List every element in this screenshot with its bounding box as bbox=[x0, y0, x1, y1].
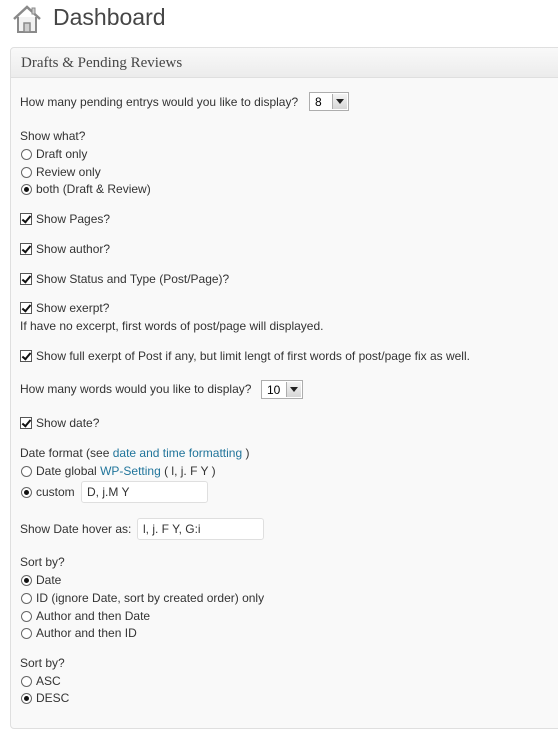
date-format-label: Date format (see date and time formattin… bbox=[20, 446, 249, 460]
words-count-value: 10 bbox=[267, 383, 281, 397]
radio-sort-date[interactable] bbox=[21, 575, 32, 586]
show-full-excerpt-checkbox[interactable] bbox=[20, 350, 32, 362]
widget-header[interactable]: Drafts & Pending Reviews bbox=[11, 48, 558, 78]
pending-count-select[interactable]: 8 bbox=[309, 92, 349, 111]
house-icon bbox=[13, 5, 41, 33]
date-global-label: Date global WP-Setting ( l, j. F Y ) bbox=[36, 464, 216, 478]
chevron-down-icon bbox=[332, 94, 347, 109]
show-date-checkbox[interactable] bbox=[20, 417, 32, 429]
date-hover-input[interactable] bbox=[137, 518, 264, 540]
page-header: Dashboard bbox=[0, 0, 558, 42]
date-format-prefix: Date format (see bbox=[20, 446, 110, 460]
radio-review-only[interactable] bbox=[21, 167, 32, 178]
radio-sort-asc[interactable] bbox=[21, 676, 32, 687]
show-excerpt-label: Show exerpt? bbox=[36, 301, 110, 315]
wp-setting-link[interactable]: WP-Setting bbox=[100, 464, 161, 478]
radio-sort-date-label: Date bbox=[36, 573, 62, 587]
show-pages-checkbox[interactable] bbox=[20, 213, 32, 225]
radio-sort-desc[interactable] bbox=[21, 693, 32, 704]
radio-sort-id-label: ID (ignore Date, sort by created order) … bbox=[36, 591, 265, 605]
show-author-checkbox[interactable] bbox=[20, 243, 32, 255]
show-what-label: Show what? bbox=[20, 129, 86, 143]
chevron-down-icon bbox=[286, 382, 301, 397]
custom-date-format-input[interactable] bbox=[81, 481, 208, 503]
page-title: Dashboard bbox=[53, 4, 166, 30]
show-status-label: Show Status and Type (Post/Page)? bbox=[36, 272, 230, 286]
words-count-select[interactable]: 10 bbox=[261, 380, 303, 399]
radio-both[interactable] bbox=[21, 184, 32, 195]
radio-sort-author-id-label: Author and then ID bbox=[36, 626, 137, 640]
sort-by-label: Sort by? bbox=[20, 555, 65, 569]
radio-sort-id[interactable] bbox=[21, 593, 32, 604]
pending-count-value: 8 bbox=[315, 95, 322, 109]
radio-review-only-label: Review only bbox=[36, 165, 101, 179]
radio-sort-author-date[interactable] bbox=[21, 611, 32, 622]
sort-order-label: Sort by? bbox=[20, 656, 65, 670]
radio-sort-author-date-label: Author and then Date bbox=[36, 609, 151, 623]
radio-date-custom[interactable] bbox=[21, 487, 32, 498]
show-pages-label: Show Pages? bbox=[36, 212, 111, 226]
radio-date-global[interactable] bbox=[21, 466, 32, 477]
show-status-checkbox[interactable] bbox=[20, 273, 32, 285]
words-count-label: How many words would you like to display… bbox=[20, 382, 252, 396]
date-hover-label: Show Date hover as: bbox=[20, 522, 132, 536]
date-global-prefix: Date global bbox=[36, 464, 97, 478]
radio-draft-only-label: Draft only bbox=[36, 147, 88, 161]
show-date-label: Show date? bbox=[36, 416, 100, 430]
widget-title: Drafts & Pending Reviews bbox=[21, 55, 183, 71]
radio-sort-author-id[interactable] bbox=[21, 628, 32, 639]
show-author-label: Show author? bbox=[36, 242, 111, 256]
excerpt-note: If have no excerpt, first words of post/… bbox=[20, 319, 324, 333]
radio-sort-desc-label: DESC bbox=[36, 691, 70, 705]
radio-both-label: both (Draft & Review) bbox=[36, 182, 151, 196]
radio-draft-only[interactable] bbox=[21, 149, 32, 160]
show-full-excerpt-label: Show full exerpt of Post if any, but lim… bbox=[36, 349, 470, 363]
date-format-suffix: ) bbox=[245, 446, 250, 460]
date-global-suffix: ( l, j. F Y ) bbox=[164, 464, 216, 478]
date-custom-label: custom bbox=[36, 485, 75, 499]
show-excerpt-checkbox[interactable] bbox=[20, 302, 32, 314]
pending-count-label: How many pending entrys would you like t… bbox=[20, 95, 299, 109]
radio-sort-asc-label: ASC bbox=[36, 674, 61, 688]
date-formatting-link[interactable]: date and time formatting bbox=[113, 446, 242, 460]
